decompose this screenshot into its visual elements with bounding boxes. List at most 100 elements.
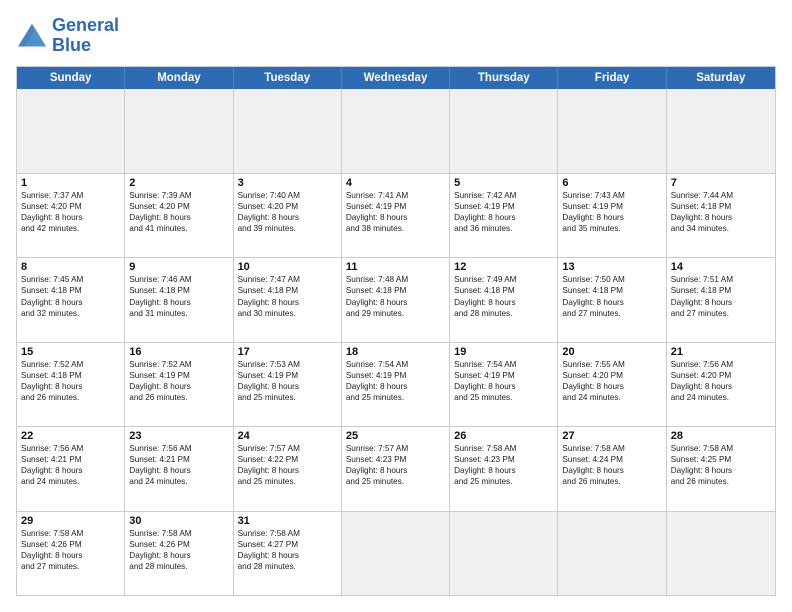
cell-line: Sunrise: 7:58 AM — [671, 443, 771, 454]
cell-line: Sunrise: 7:47 AM — [238, 274, 337, 285]
cell-line: and 26 minutes. — [562, 476, 661, 487]
cell-line: Sunrise: 7:52 AM — [21, 359, 120, 370]
day-number: 19 — [454, 346, 553, 358]
cell-line: and 31 minutes. — [129, 308, 228, 319]
day-number: 26 — [454, 430, 553, 442]
day-cell-6: 6Sunrise: 7:43 AMSunset: 4:19 PMDaylight… — [558, 174, 666, 257]
cell-line: Sunset: 4:21 PM — [129, 454, 228, 465]
cell-line: Sunset: 4:19 PM — [454, 201, 553, 212]
day-number: 13 — [562, 261, 661, 273]
cell-line: Sunset: 4:19 PM — [454, 370, 553, 381]
cell-line: Daylight: 8 hours — [562, 465, 661, 476]
cell-line: Daylight: 8 hours — [238, 550, 337, 561]
empty-cell — [450, 89, 558, 173]
cell-line: Sunset: 4:18 PM — [346, 285, 445, 296]
day-number: 4 — [346, 177, 445, 189]
day-number: 9 — [129, 261, 228, 273]
cell-line: Daylight: 8 hours — [21, 550, 120, 561]
cell-line: Daylight: 8 hours — [454, 212, 553, 223]
day-number: 18 — [346, 346, 445, 358]
cell-line: Daylight: 8 hours — [346, 381, 445, 392]
empty-cell — [558, 512, 666, 595]
cell-line: Daylight: 8 hours — [129, 212, 228, 223]
empty-cell — [558, 89, 666, 173]
cell-line: and 39 minutes. — [238, 223, 337, 234]
cell-line: and 27 minutes. — [21, 561, 120, 572]
day-cell-28: 28Sunrise: 7:58 AMSunset: 4:25 PMDayligh… — [667, 427, 775, 510]
cell-line: Daylight: 8 hours — [238, 465, 337, 476]
cell-line: Sunrise: 7:54 AM — [454, 359, 553, 370]
cell-line: and 25 minutes. — [238, 392, 337, 403]
cell-line: Sunrise: 7:41 AM — [346, 190, 445, 201]
day-number: 31 — [238, 515, 337, 527]
calendar: SundayMondayTuesdayWednesdayThursdayFrid… — [16, 66, 776, 596]
cell-line: and 28 minutes. — [454, 308, 553, 319]
day-number: 14 — [671, 261, 771, 273]
cell-line: Sunrise: 7:51 AM — [671, 274, 771, 285]
cell-line: Sunrise: 7:58 AM — [129, 528, 228, 539]
cell-line: and 24 minutes. — [671, 392, 771, 403]
cell-line: Sunrise: 7:56 AM — [129, 443, 228, 454]
cell-line: Daylight: 8 hours — [454, 297, 553, 308]
cell-line: Sunrise: 7:56 AM — [671, 359, 771, 370]
cell-line: Sunrise: 7:50 AM — [562, 274, 661, 285]
header-day-sunday: Sunday — [17, 67, 125, 89]
cell-line: Sunset: 4:18 PM — [129, 285, 228, 296]
header-day-thursday: Thursday — [450, 67, 558, 89]
day-cell-22: 22Sunrise: 7:56 AMSunset: 4:21 PMDayligh… — [17, 427, 125, 510]
cell-line: Sunrise: 7:43 AM — [562, 190, 661, 201]
cell-line: and 28 minutes. — [238, 561, 337, 572]
cell-line: Sunrise: 7:39 AM — [129, 190, 228, 201]
cell-line: Daylight: 8 hours — [454, 465, 553, 476]
cell-line: Daylight: 8 hours — [671, 212, 771, 223]
cell-line: Sunrise: 7:58 AM — [562, 443, 661, 454]
cell-line: and 30 minutes. — [238, 308, 337, 319]
header-day-friday: Friday — [558, 67, 666, 89]
day-number: 8 — [21, 261, 120, 273]
week-row-0 — [17, 89, 775, 173]
cell-line: Sunset: 4:18 PM — [671, 201, 771, 212]
day-number: 12 — [454, 261, 553, 273]
day-cell-21: 21Sunrise: 7:56 AMSunset: 4:20 PMDayligh… — [667, 343, 775, 426]
day-cell-26: 26Sunrise: 7:58 AMSunset: 4:23 PMDayligh… — [450, 427, 558, 510]
cell-line: Sunrise: 7:57 AM — [346, 443, 445, 454]
cell-line: and 24 minutes. — [129, 476, 228, 487]
day-cell-3: 3Sunrise: 7:40 AMSunset: 4:20 PMDaylight… — [234, 174, 342, 257]
header-day-saturday: Saturday — [667, 67, 775, 89]
header-day-tuesday: Tuesday — [234, 67, 342, 89]
cell-line: Sunrise: 7:46 AM — [129, 274, 228, 285]
cell-line: Daylight: 8 hours — [129, 465, 228, 476]
cell-line: Sunset: 4:25 PM — [671, 454, 771, 465]
cell-line: Sunrise: 7:44 AM — [671, 190, 771, 201]
day-number: 17 — [238, 346, 337, 358]
empty-cell — [342, 89, 450, 173]
cell-line: Sunset: 4:23 PM — [454, 454, 553, 465]
day-cell-24: 24Sunrise: 7:57 AMSunset: 4:22 PMDayligh… — [234, 427, 342, 510]
day-number: 6 — [562, 177, 661, 189]
cell-line: and 34 minutes. — [671, 223, 771, 234]
day-number: 20 — [562, 346, 661, 358]
day-number: 15 — [21, 346, 120, 358]
header-day-monday: Monday — [125, 67, 233, 89]
cell-line: and 36 minutes. — [454, 223, 553, 234]
cell-line: Daylight: 8 hours — [346, 212, 445, 223]
week-row-3: 15Sunrise: 7:52 AMSunset: 4:18 PMDayligh… — [17, 342, 775, 426]
cell-line: and 25 minutes. — [454, 392, 553, 403]
cell-line: Sunrise: 7:48 AM — [346, 274, 445, 285]
cell-line: and 35 minutes. — [562, 223, 661, 234]
day-cell-5: 5Sunrise: 7:42 AMSunset: 4:19 PMDaylight… — [450, 174, 558, 257]
cell-line: Sunrise: 7:42 AM — [454, 190, 553, 201]
day-number: 27 — [562, 430, 661, 442]
cell-line: Sunset: 4:26 PM — [21, 539, 120, 550]
day-number: 11 — [346, 261, 445, 273]
header-day-wednesday: Wednesday — [342, 67, 450, 89]
cell-line: Sunset: 4:20 PM — [671, 370, 771, 381]
cell-line: Sunrise: 7:52 AM — [129, 359, 228, 370]
cell-line: Daylight: 8 hours — [238, 212, 337, 223]
day-number: 16 — [129, 346, 228, 358]
empty-cell — [125, 89, 233, 173]
logo: General Blue — [16, 16, 119, 56]
cell-line: Sunset: 4:20 PM — [238, 201, 337, 212]
cell-line: Daylight: 8 hours — [129, 381, 228, 392]
cell-line: Sunset: 4:19 PM — [238, 370, 337, 381]
